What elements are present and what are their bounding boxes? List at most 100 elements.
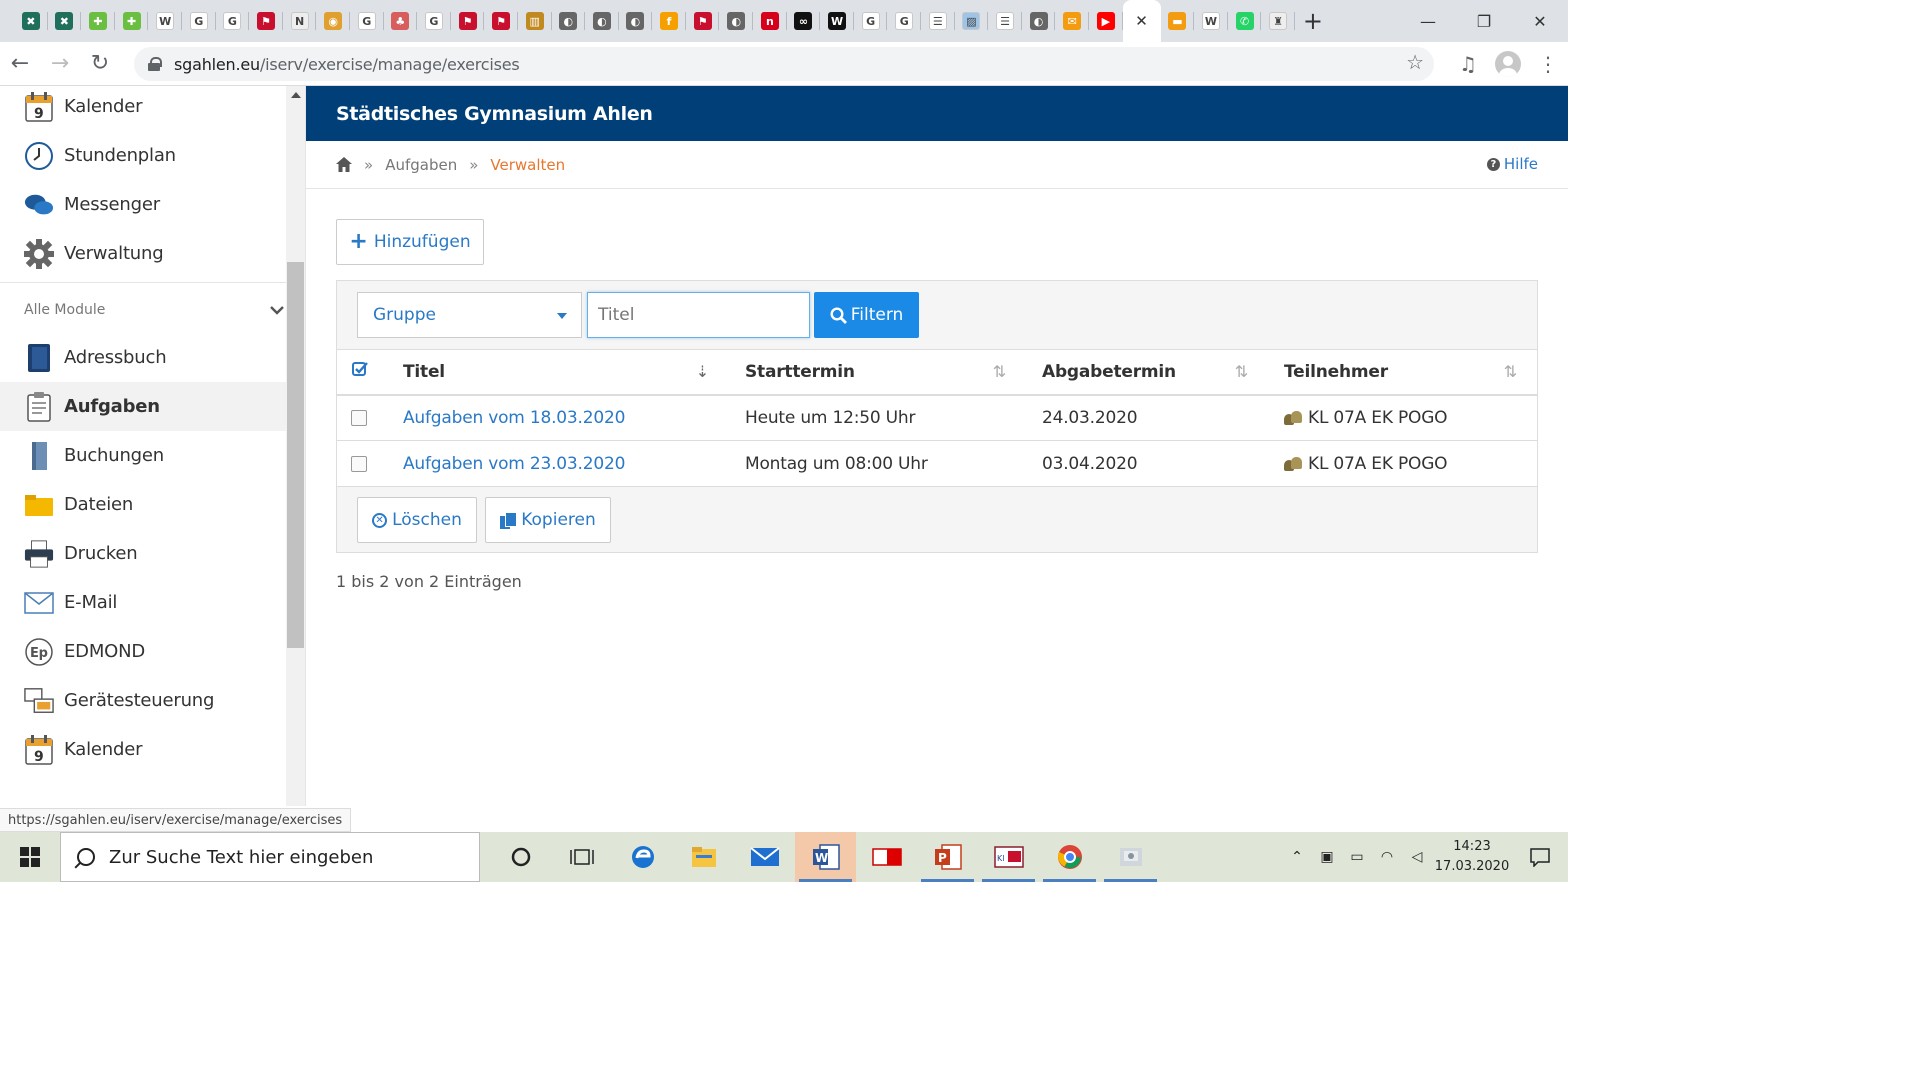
browser-tab[interactable]: G bbox=[350, 0, 384, 42]
filter-button[interactable]: Filtern bbox=[814, 292, 919, 338]
sidebar-section-header[interactable]: Alle Module bbox=[0, 287, 286, 333]
browser-tab[interactable]: ◐ bbox=[719, 0, 753, 42]
address-bar[interactable]: sgahlen.eu/iserv/exercise/manage/exercis… bbox=[134, 47, 1434, 81]
browser-tab[interactable]: ✖ bbox=[14, 0, 48, 42]
edge-icon[interactable] bbox=[612, 832, 673, 882]
wifi-icon[interactable]: ◠ bbox=[1372, 849, 1402, 865]
minimize-button[interactable]: — bbox=[1400, 0, 1456, 42]
klett-app-icon[interactable]: Kl bbox=[978, 832, 1039, 882]
browser-tab[interactable]: ◉ bbox=[316, 0, 350, 42]
browser-tab[interactable]: W bbox=[1194, 0, 1228, 42]
title-filter-input[interactable] bbox=[587, 292, 810, 338]
new-tab-button[interactable]: + bbox=[1295, 0, 1331, 42]
sidebar-item-kalender2[interactable]: 9 Kalender bbox=[0, 725, 286, 774]
delete-button[interactable]: ✕ Löschen bbox=[357, 497, 477, 543]
forward-button[interactable]: → bbox=[40, 42, 80, 86]
browser-tab[interactable]: ◐ bbox=[619, 0, 653, 42]
browser-tab[interactable]: G bbox=[887, 0, 921, 42]
browser-tab[interactable]: ✉ bbox=[1055, 0, 1089, 42]
system-clock[interactable]: 14:23 17.03.2020 bbox=[1432, 837, 1512, 877]
column-header-start[interactable]: Starttermin ⇅ bbox=[729, 349, 1026, 396]
browser-tab[interactable]: ▥ bbox=[518, 0, 552, 42]
scrollbar-thumb[interactable] bbox=[287, 262, 304, 648]
browser-tab[interactable]: N bbox=[283, 0, 317, 42]
home-icon[interactable] bbox=[336, 157, 352, 172]
browser-tab[interactable]: W bbox=[148, 0, 182, 42]
sidebar-item-email[interactable]: E-Mail bbox=[0, 578, 286, 627]
battery-icon[interactable]: ▭ bbox=[1342, 849, 1372, 865]
browser-tab[interactable]: n bbox=[753, 0, 787, 42]
restore-button[interactable]: ❐ bbox=[1456, 0, 1512, 42]
browser-tab[interactable]: ⚑ bbox=[686, 0, 720, 42]
browser-tab[interactable]: ⚑ bbox=[451, 0, 485, 42]
chrome-icon[interactable] bbox=[1039, 832, 1100, 882]
add-button[interactable]: + Hinzufügen bbox=[336, 219, 484, 265]
sidebar-item-geraetesteuerung[interactable]: Gerätesteuerung bbox=[0, 676, 286, 725]
sidebar-item-adressbuch[interactable]: Adressbuch bbox=[0, 333, 286, 382]
sidebar-item-kalender[interactable]: 9 Kalender bbox=[0, 86, 286, 131]
browser-tab[interactable]: G bbox=[854, 0, 888, 42]
browser-tab[interactable]: ✆ bbox=[1228, 0, 1262, 42]
sidebar-item-stundenplan[interactable]: Stundenplan bbox=[0, 131, 286, 180]
reload-button[interactable]: ↻ bbox=[80, 42, 120, 86]
row-checkbox[interactable] bbox=[351, 409, 367, 426]
close-icon[interactable]: ✕ bbox=[1133, 12, 1151, 30]
tray-expand-icon[interactable]: ⌃ bbox=[1282, 849, 1312, 865]
browser-tab[interactable]: W bbox=[820, 0, 854, 42]
scroll-up-arrow-icon[interactable] bbox=[291, 92, 301, 98]
browser-tab[interactable]: ✖ bbox=[48, 0, 82, 42]
sidebar-scrollbar[interactable] bbox=[286, 86, 305, 806]
copy-button[interactable]: Kopieren bbox=[485, 497, 611, 543]
sidebar-item-verwaltung[interactable]: Verwaltung bbox=[0, 229, 286, 278]
sidebar-item-edmond[interactable]: Ep EDMOND bbox=[0, 627, 286, 676]
profile-avatar[interactable] bbox=[1495, 51, 1521, 77]
volume-icon[interactable]: ◁ bbox=[1402, 849, 1432, 865]
group-select[interactable]: Gruppe bbox=[357, 292, 582, 338]
browser-tab[interactable]: ♣ bbox=[384, 0, 418, 42]
browser-tab[interactable]: ⚑ bbox=[249, 0, 283, 42]
taskbar-search[interactable]: Zur Suche Text hier eingeben bbox=[60, 832, 480, 882]
sidebar-item-aufgaben[interactable]: Aufgaben bbox=[0, 382, 286, 431]
sidebar-item-drucken[interactable]: Drucken bbox=[0, 529, 286, 578]
browser-tab[interactable]: f bbox=[652, 0, 686, 42]
browser-tab[interactable]: ◐ bbox=[552, 0, 586, 42]
tray-app-icon[interactable]: ▣ bbox=[1312, 849, 1342, 865]
screenshot-app-icon[interactable] bbox=[1100, 832, 1161, 882]
select-all-header[interactable] bbox=[337, 349, 387, 396]
menu-kebab-icon[interactable]: ⋮ bbox=[1528, 52, 1568, 76]
red-app-icon[interactable] bbox=[856, 832, 917, 882]
browser-tab[interactable]: ⚑ bbox=[484, 0, 518, 42]
browser-tab[interactable]: ▬ bbox=[1161, 0, 1195, 42]
help-link[interactable]: ? Hilfe bbox=[1486, 155, 1538, 173]
sidebar-item-dateien[interactable]: Dateien bbox=[0, 480, 286, 529]
powerpoint-icon[interactable]: P bbox=[917, 832, 978, 882]
exercise-title-link[interactable]: Aufgaben vom 23.03.2020 bbox=[403, 454, 625, 474]
browser-tab[interactable]: G bbox=[182, 0, 216, 42]
browser-tab[interactable]: ♜ bbox=[1261, 0, 1295, 42]
task-view-icon[interactable] bbox=[551, 832, 612, 882]
browser-tab[interactable]: G bbox=[417, 0, 451, 42]
browser-tab[interactable]: ◐ bbox=[585, 0, 619, 42]
notification-icon[interactable] bbox=[1512, 847, 1568, 867]
browser-tab[interactable]: ✚ bbox=[115, 0, 149, 42]
breadcrumb-aufgaben[interactable]: Aufgaben bbox=[385, 156, 457, 174]
check-all-icon[interactable] bbox=[352, 361, 368, 377]
column-header-participants[interactable]: Teilnehmer ⇅ bbox=[1268, 349, 1537, 396]
file-explorer-icon[interactable] bbox=[673, 832, 734, 882]
word-icon[interactable]: W bbox=[795, 832, 856, 882]
cortana-icon[interactable] bbox=[490, 832, 551, 882]
browser-tab[interactable]: ✕ bbox=[1122, 0, 1161, 42]
browser-tab[interactable]: ∞ bbox=[787, 0, 821, 42]
column-header-due[interactable]: Abgabetermin ⇅ bbox=[1026, 349, 1268, 396]
browser-tab[interactable]: ☰ bbox=[988, 0, 1022, 42]
sidebar-item-buchungen[interactable]: Buchungen bbox=[0, 431, 286, 480]
media-control-icon[interactable]: ♫ bbox=[1448, 52, 1488, 76]
exercise-title-link[interactable]: Aufgaben vom 18.03.2020 bbox=[403, 408, 625, 428]
back-button[interactable]: ← bbox=[0, 42, 40, 86]
browser-tab[interactable]: ◐ bbox=[1022, 0, 1056, 42]
browser-tab[interactable]: G bbox=[216, 0, 250, 42]
start-button[interactable] bbox=[0, 832, 60, 882]
sidebar-item-messenger[interactable]: Messenger bbox=[0, 180, 286, 229]
browser-tab[interactable]: ✚ bbox=[81, 0, 115, 42]
mail-icon[interactable] bbox=[734, 832, 795, 882]
